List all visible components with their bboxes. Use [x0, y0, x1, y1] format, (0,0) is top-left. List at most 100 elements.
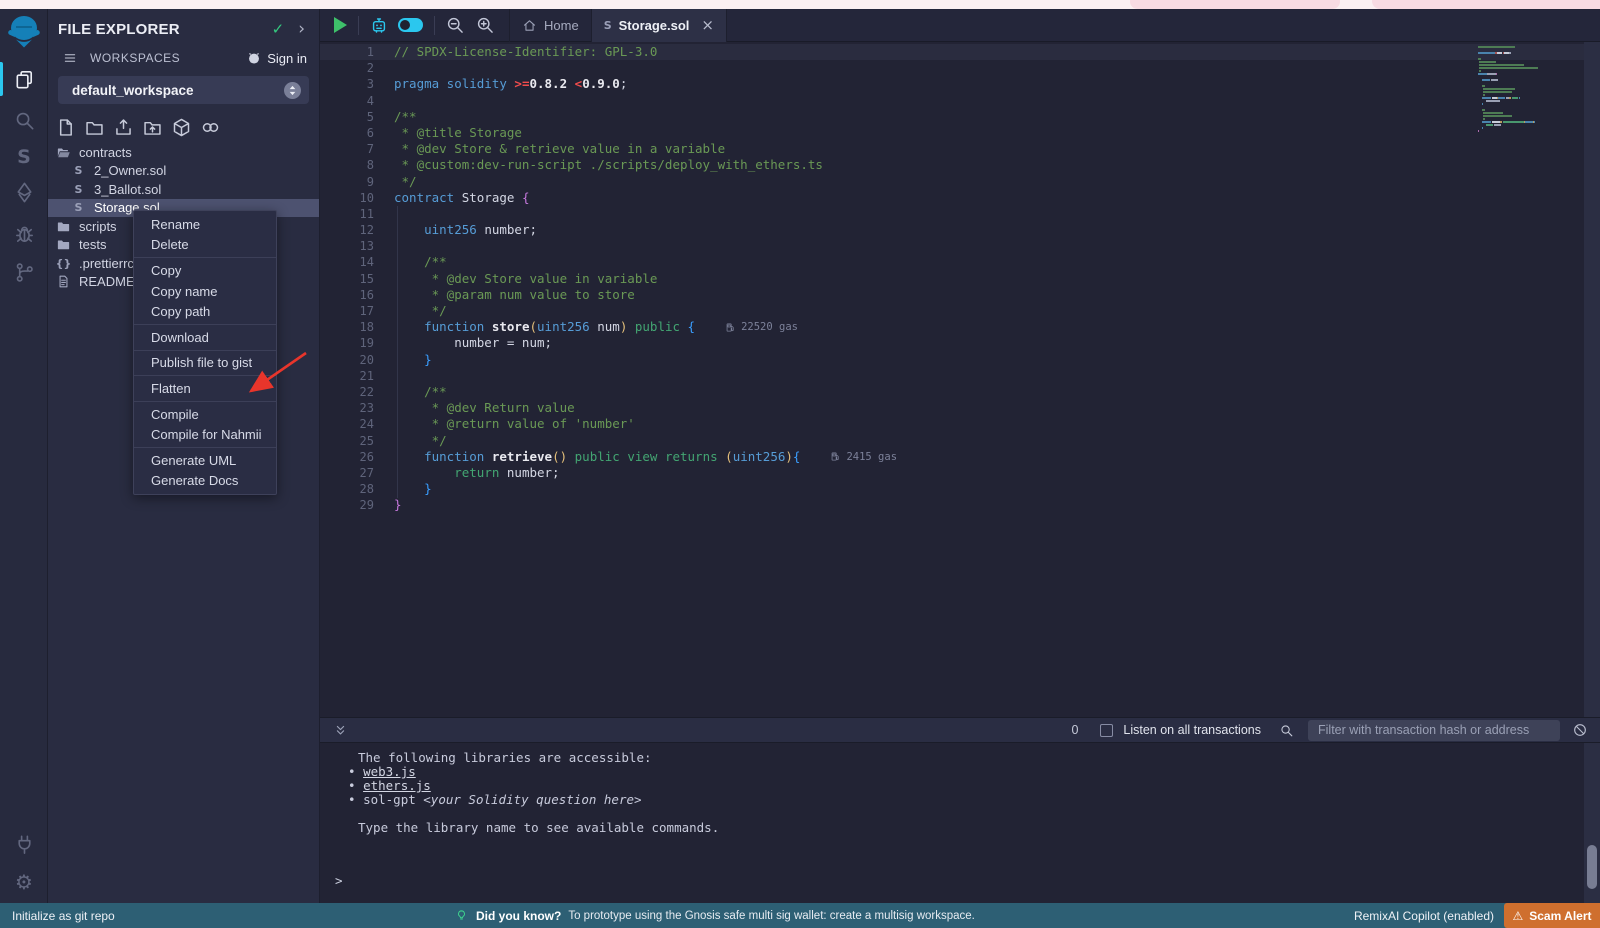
code-line[interactable]: 5/**: [320, 109, 1584, 125]
ai-copilot-toggle[interactable]: [398, 18, 423, 32]
solidity-file-icon: S: [71, 182, 86, 197]
scrollbar-thumb[interactable]: [1587, 845, 1597, 889]
ipfs-box-icon[interactable]: [171, 117, 192, 138]
hamburger-menu-icon[interactable]: [62, 51, 78, 65]
code-line[interactable]: 7 * @dev Store & retrieve value in a var…: [320, 141, 1584, 157]
context-menu-item-generate-docs[interactable]: Generate Docs: [134, 471, 276, 492]
code-line[interactable]: 20 }: [320, 352, 1584, 368]
editor-toolbar: HomeSStorage.sol×: [320, 9, 1600, 42]
code-line[interactable]: 29}: [320, 497, 1584, 513]
import-url-icon[interactable]: [200, 117, 221, 138]
rail-settings-button[interactable]: ⚙: [0, 865, 48, 899]
transaction-filter-input[interactable]: [1308, 720, 1560, 741]
code-line[interactable]: 3pragma solidity >=0.8.2 <0.9.0;: [320, 76, 1584, 92]
clear-console-icon[interactable]: [1572, 722, 1588, 738]
context-menu-item-delete[interactable]: Delete: [134, 235, 276, 256]
terminal-line: Type the library name to see available c…: [320, 821, 1584, 835]
rail-debugger-button[interactable]: [0, 216, 48, 250]
zoom-out-icon[interactable]: [445, 15, 465, 35]
terminal-link[interactable]: web3.js: [363, 764, 416, 779]
copilot-status[interactable]: RemixAI Copilot (enabled): [1354, 909, 1494, 923]
context-menu-item-copy[interactable]: Copy: [134, 260, 276, 281]
code-line[interactable]: 28 }: [320, 481, 1584, 497]
run-script-button[interactable]: [334, 17, 347, 33]
tree-item-3-ballot-sol[interactable]: S3_Ballot.sol: [48, 180, 319, 199]
code-line[interactable]: 18 function store(uint256 num) public {2…: [320, 319, 1584, 335]
code-line[interactable]: 4: [320, 93, 1584, 109]
rail-solidity-compiler-button[interactable]: S: [0, 140, 48, 174]
tab-home[interactable]: Home: [509, 9, 592, 42]
init-git-repo-button[interactable]: Initialize as git repo: [12, 909, 115, 923]
context-menu-item-generate-uml[interactable]: Generate UML: [134, 450, 276, 471]
minimap[interactable]: [1478, 46, 1548, 133]
scrollbar-track[interactable]: [1584, 42, 1600, 903]
code-line[interactable]: 8 * @custom:dev-run-script ./scripts/dep…: [320, 157, 1584, 173]
upload-folder-icon[interactable]: [142, 117, 163, 138]
context-menu-item-flatten[interactable]: Flatten: [134, 378, 276, 399]
menu-separator: [134, 350, 276, 351]
chevron-right-icon[interactable]: ›: [298, 21, 305, 38]
code-line[interactable]: 21: [320, 368, 1584, 384]
code-line[interactable]: 14 /**: [320, 254, 1584, 270]
code-line[interactable]: 17 */: [320, 303, 1584, 319]
code-text: * @custom:dev-run-script ./scripts/deplo…: [394, 157, 823, 173]
code-editor[interactable]: 1// SPDX-License-Identifier: GPL-3.023pr…: [320, 42, 1584, 717]
context-menu-item-publish-file-to-gist[interactable]: Publish file to gist: [134, 353, 276, 374]
context-menu-item-copy-path[interactable]: Copy path: [134, 301, 276, 322]
rail-git-button[interactable]: [0, 255, 48, 289]
code-line[interactable]: 19 number = num;: [320, 335, 1584, 351]
code-line[interactable]: 13: [320, 238, 1584, 254]
code-line[interactable]: 1// SPDX-License-Identifier: GPL-3.0: [320, 44, 1584, 60]
ai-assistant-robot-icon[interactable]: [369, 15, 389, 35]
new-file-icon[interactable]: [55, 117, 76, 138]
code-line[interactable]: 23 * @dev Return value: [320, 400, 1584, 416]
settings-icon: ⚙: [13, 871, 36, 894]
expand-terminal-icon[interactable]: [333, 723, 348, 738]
remix-logo-icon[interactable]: [6, 14, 42, 48]
upload-file-icon[interactable]: [113, 117, 134, 138]
code-line[interactable]: 12 uint256 number;: [320, 222, 1584, 238]
code-line[interactable]: 22 /**: [320, 384, 1584, 400]
check-icon[interactable]: ✓: [272, 22, 285, 37]
listen-all-transactions-checkbox[interactable]: [1100, 724, 1113, 737]
context-menu-item-copy-name[interactable]: Copy name: [134, 281, 276, 302]
code-line[interactable]: 25 */: [320, 433, 1584, 449]
tab-storage-sol[interactable]: SStorage.sol×: [592, 9, 727, 42]
tab-close-icon[interactable]: ×: [701, 16, 714, 34]
code-line[interactable]: 26 function retrieve() public view retur…: [320, 449, 1584, 465]
rail-deploy-run-button[interactable]: [0, 175, 48, 209]
zoom-in-icon[interactable]: [475, 15, 495, 35]
sign-in-button[interactable]: Sign in: [267, 51, 307, 66]
tree-item-contracts[interactable]: contracts: [48, 143, 319, 162]
tree-item-label: scripts: [79, 219, 117, 234]
context-menu-item-compile[interactable]: Compile: [134, 404, 276, 425]
code-line[interactable]: 24 * @return value of 'number': [320, 416, 1584, 432]
code-line[interactable]: 27 return number;: [320, 465, 1584, 481]
workspace-select[interactable]: default_workspace: [58, 76, 309, 104]
rail-file-explorer-button[interactable]: [0, 62, 48, 96]
code-line[interactable]: 15 * @dev Store value in variable: [320, 271, 1584, 287]
terminal-output[interactable]: The following libraries are accessible:•…: [320, 743, 1584, 903]
code-line[interactable]: 6 * @title Storage: [320, 125, 1584, 141]
code-text: }: [394, 481, 432, 497]
context-menu-item-compile-for-nahmii[interactable]: Compile for Nahmii: [134, 424, 276, 445]
terminal-prompt[interactable]: >: [335, 873, 343, 888]
context-menu-item-download[interactable]: Download: [134, 327, 276, 348]
rail-plugin-manager-button[interactable]: [0, 827, 48, 861]
scam-alert-button[interactable]: ⚠ Scam Alert: [1504, 903, 1600, 928]
context-menu-item-rename[interactable]: Rename: [134, 214, 276, 235]
code-line[interactable]: 9 */: [320, 174, 1584, 190]
terminal-link[interactable]: ethers.js: [363, 778, 431, 793]
tree-item-2-owner-sol[interactable]: S2_Owner.sol: [48, 162, 319, 181]
new-folder-icon[interactable]: [84, 117, 105, 138]
code-line[interactable]: 16 * @param num value to store: [320, 287, 1584, 303]
terminal-line: • sol-gpt <your Solidity question here>: [320, 793, 1584, 807]
line-number: 29: [320, 497, 394, 513]
rail-search-button[interactable]: [0, 103, 48, 137]
code-line[interactable]: 10contract Storage {: [320, 190, 1584, 206]
terminal-search-icon[interactable]: [1279, 723, 1294, 738]
folder-icon: [56, 219, 71, 234]
line-number: 22: [320, 384, 394, 400]
code-line[interactable]: 2: [320, 60, 1584, 76]
code-line[interactable]: 11: [320, 206, 1584, 222]
